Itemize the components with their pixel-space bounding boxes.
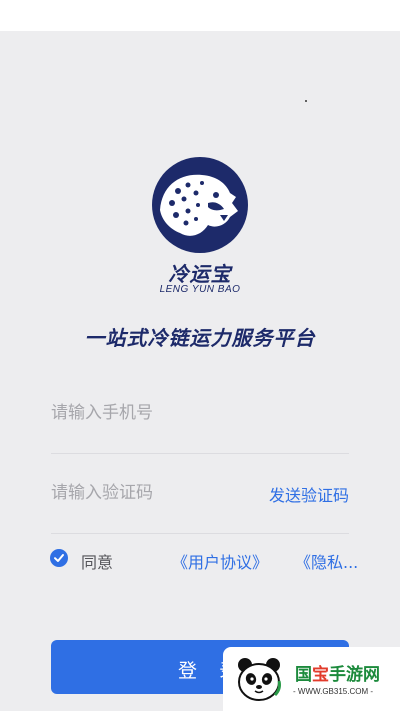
- code-field-row: 发送验证码: [51, 454, 349, 534]
- phone-field-row: [51, 374, 349, 454]
- watermark-title-part3: 手游网: [329, 665, 380, 685]
- user-agreement-link[interactable]: 《用户协议》: [172, 549, 268, 573]
- checked-circle-icon[interactable]: [50, 549, 68, 567]
- brand-name: 冷运宝: [168, 262, 232, 286]
- brand-name-en: LENG YUN BAO: [159, 284, 241, 295]
- slogan: 一站式冷链运力服务平台: [84, 326, 316, 350]
- watermark-title: 国宝手游网: [295, 660, 380, 685]
- watermark-title-part1: 国: [295, 665, 312, 685]
- leopard-logo-icon: [152, 157, 248, 253]
- verification-code-input[interactable]: [51, 480, 251, 506]
- panda-icon: [238, 658, 281, 701]
- agreement-row: 同意 《用户协议》 《隐私...: [50, 547, 380, 573]
- phone-input[interactable]: [51, 400, 251, 426]
- agree-label: 同意: [81, 553, 114, 572]
- watermark-title-part2: 宝: [312, 665, 329, 685]
- send-code-button[interactable]: 发送验证码: [269, 482, 349, 506]
- watermark-url: - WWW.GB315.COM -: [293, 687, 373, 696]
- dust-dot: [305, 100, 307, 102]
- privacy-policy-link[interactable]: 《隐私...: [295, 549, 358, 573]
- site-watermark: 国宝手游网 - WWW.GB315.COM -: [223, 647, 400, 711]
- status-bar-area: [0, 0, 400, 31]
